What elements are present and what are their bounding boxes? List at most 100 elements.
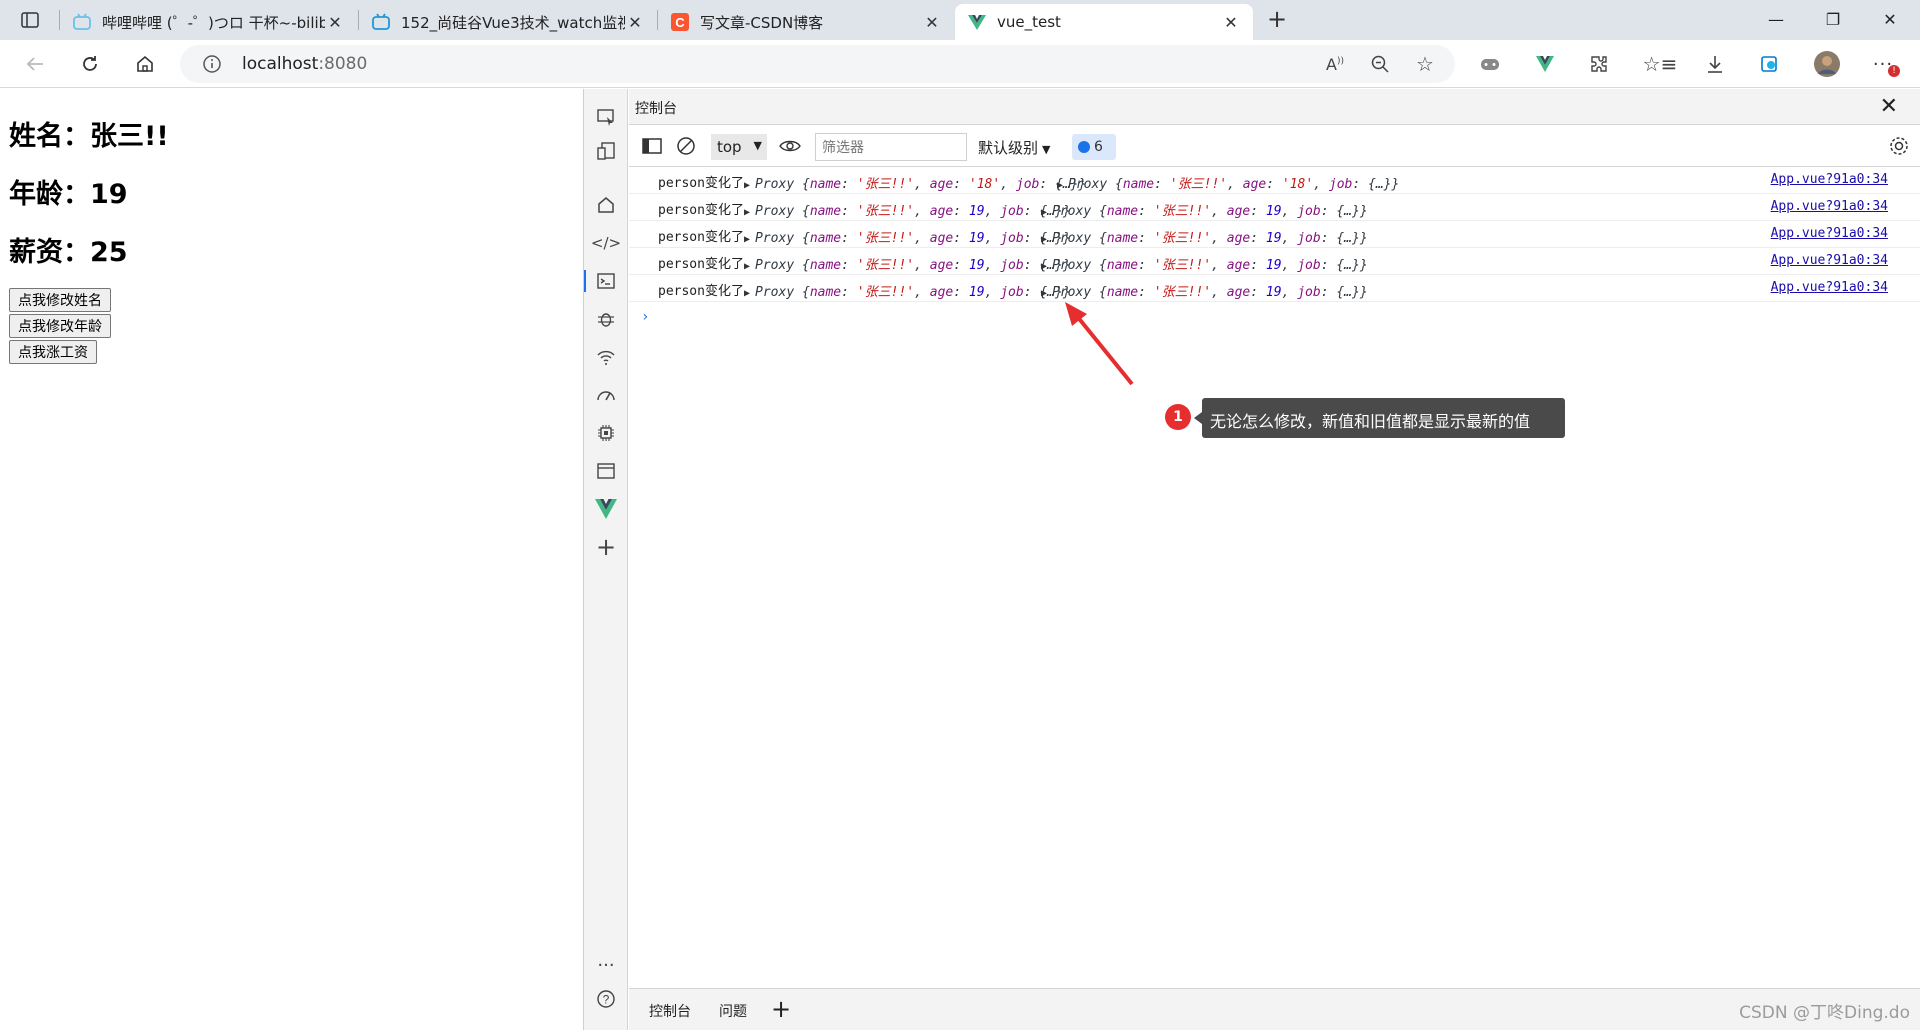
close-icon[interactable]: ✕ [1221,13,1241,32]
read-aloud-icon[interactable]: A)) [1320,49,1350,79]
device-emulation-icon[interactable] [592,137,620,165]
change-age-button[interactable]: 点我修改年龄 [9,314,111,338]
expand-caret-icon[interactable]: ▶ [1041,207,1047,218]
console-toolbar: top▼ 默认级别▼ 6 [629,125,1920,167]
log-level-label: 默认级别 [978,139,1039,157]
address-bar[interactable]: localhost:8080 [180,45,1455,83]
expand-caret-icon[interactable]: ▶ [1041,234,1047,245]
expand-caret-icon[interactable]: ▶ [744,207,750,218]
source-link[interactable]: App.vue?91a0:34 [1771,226,1888,241]
proxy-object[interactable]: ▶ Proxy {name: '张三!!', age: 19, job: {…}} [744,281,1071,300]
expand-caret-icon[interactable]: ▶ [744,288,750,299]
inspect-element-icon[interactable] [592,103,620,131]
console-log-row: person变化了 ▶ Proxy {name: '张三!!', age: 19, … [629,248,1920,275]
add-drawer-tab-icon[interactable]: + [771,995,791,1023]
proxy-object[interactable]: ▶ Proxy {name: '张三!!', age: 19, job: {…}} [1041,254,1368,273]
proxy-object[interactable]: ▶ Proxy {name: '张三!!', age: 19, job: {…}} [744,200,1071,219]
more-options-icon[interactable]: ··· [592,951,620,979]
raise-salary-button[interactable]: 点我涨工资 [9,340,97,364]
elements-icon[interactable]: </> [591,229,621,257]
settings-more-icon[interactable]: ··· ! [1868,49,1900,79]
gear-icon[interactable] [1888,135,1910,161]
refresh-icon[interactable] [75,49,105,79]
console-prompt[interactable]: › [629,302,1920,329]
source-link[interactable]: App.vue?91a0:34 [1771,253,1888,268]
favorites-icon[interactable]: ☆≡ [1643,49,1678,79]
dropdown-arrow-icon: ▼ [1042,143,1051,156]
minimize-icon[interactable]: — [1748,0,1804,40]
site-info-icon[interactable] [202,54,222,74]
network-icon[interactable] [592,343,620,371]
source-link[interactable]: App.vue?91a0:34 [1771,199,1888,214]
expand-caret-icon[interactable]: ▶ [1041,261,1047,272]
tab-vue-test[interactable]: vue_test ✕ [955,4,1253,40]
log-message: person变化了 [658,203,744,218]
annotation-arrow-icon [1065,302,1134,386]
memory-icon[interactable] [592,419,620,447]
devtools-activity-bar: </> + ··· ? [584,89,628,1030]
proxy-object[interactable]: ▶ Proxy {name: '张三!!', age: 19, job: {…}} [1041,227,1368,246]
message-count-badge[interactable]: 6 [1072,134,1116,160]
proxy-object[interactable]: ▶ Proxy {name: '张三!!', age: 19, job: {…}} [744,227,1071,246]
performance-icon[interactable] [592,381,620,409]
proxy-object[interactable]: ▶ Proxy {name: '张三!!', age: '18', job: {…… [744,173,1086,192]
bilibili-icon [372,13,390,30]
change-name-button[interactable]: 点我修改姓名 [9,288,111,312]
console-header: 控制台 ✕ [629,89,1920,125]
collections-icon[interactable] [1755,49,1785,79]
help-icon[interactable]: ? [592,985,620,1013]
close-icon[interactable]: ✕ [922,13,942,32]
tab-csdn[interactable]: C 写文章-CSDN博客 ✕ [658,4,954,40]
close-icon[interactable]: ✕ [625,13,645,32]
proxy-object[interactable]: ▶ Proxy {name: '张三!!', age: '18', job: {…… [1057,173,1399,192]
expand-caret-icon[interactable]: ▶ [744,261,750,272]
home-icon[interactable] [130,49,160,79]
devtools-console-panel: 控制台 ✕ top▼ 默认级别▼ 6 person变化了▶Proxy {name… [629,89,1920,1030]
tab-actions-icon[interactable] [10,8,50,32]
drawer-tab-console[interactable]: 控制台 [649,1001,691,1021]
add-favorite-icon[interactable]: ☆ [1410,49,1440,79]
filter-input[interactable] [815,133,967,161]
vue-devtools-extension-icon[interactable] [1530,49,1560,79]
expand-caret-icon[interactable]: ▶ [1057,180,1063,191]
svg-text:C: C [675,15,685,30]
expand-caret-icon[interactable]: ▶ [744,234,750,245]
window-close-icon[interactable]: ✕ [1862,0,1918,40]
watermark: CSDN @丁咚Ding.do [1739,1003,1910,1023]
clear-console-icon[interactable] [675,135,697,157]
drawer-tab-issues[interactable]: 问题 [719,1001,747,1021]
back-icon[interactable] [20,49,50,79]
source-link[interactable]: App.vue?91a0:34 [1771,172,1888,187]
welcome-home-icon[interactable] [592,191,620,219]
tab-bilibili-video[interactable]: 152_尚硅谷Vue3技术_watch监视 ✕ [359,4,657,40]
more-tools-plus-icon[interactable]: + [592,533,620,561]
application-icon[interactable] [592,457,620,485]
zoom-out-icon[interactable] [1365,49,1395,79]
expand-caret-icon[interactable]: ▶ [1041,288,1047,299]
avatar[interactable] [1812,49,1842,79]
downloads-icon[interactable] [1700,49,1730,79]
sidebar-toggle-icon[interactable] [641,135,663,157]
close-icon[interactable]: ✕ [1880,94,1898,119]
new-tab-icon[interactable]: + [1263,6,1291,34]
sources-debug-icon[interactable] [592,305,620,333]
restore-icon[interactable]: ❐ [1805,0,1861,40]
console-log-row: person变化了 ▶ Proxy {name: '张三!!', age: 19, … [629,221,1920,248]
extensions-icon[interactable] [1584,49,1614,79]
proxy-object[interactable]: ▶ Proxy {name: '张三!!', age: 19, job: {…}} [744,254,1071,273]
close-icon[interactable]: ✕ [325,13,345,32]
console-icon[interactable] [584,267,620,295]
vue-panel-icon[interactable] [592,495,620,523]
extension-game-icon[interactable] [1475,49,1505,79]
console-log: person变化了 ▶ Proxy {name: '张三!!', age: '18'… [629,167,1920,329]
proxy-object[interactable]: ▶ Proxy {name: '张三!!', age: 19, job: {…}} [1041,281,1368,300]
source-link[interactable]: App.vue?91a0:34 [1771,280,1888,295]
expand-caret-icon[interactable]: ▶ [744,180,750,191]
log-message: person变化了 [658,284,744,299]
proxy-object[interactable]: ▶ Proxy {name: '张三!!', age: 19, job: {…}} [1041,200,1368,219]
log-level-dropdown[interactable]: 默认级别 ▼ [978,137,1050,158]
tab-bilibili-home[interactable]: 哔哩哔哩 (゜-゜)つロ 干杯~-bilibili ✕ [60,4,357,40]
log-message: person变化了 [658,257,744,272]
context-selector[interactable]: top ▼ [711,134,767,160]
live-expression-eye-icon[interactable] [779,135,801,157]
